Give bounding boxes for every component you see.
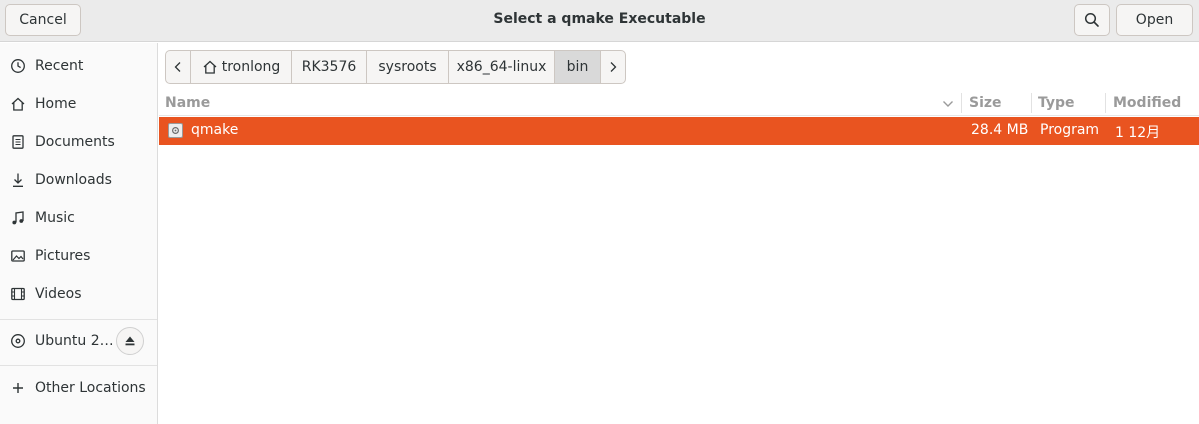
plus-icon [9, 379, 27, 397]
path-segment-label: sysroots [378, 59, 437, 75]
path-segment-x86-64-linux[interactable]: x86_64-linux [449, 51, 555, 83]
sidebar-item-label: Home [35, 96, 77, 112]
file-row[interactable]: qmake 28.4 MB Program 1 12月 [159, 117, 1199, 145]
file-size: 28.4 MB [971, 122, 1029, 138]
music-icon [9, 209, 27, 227]
header-bar: Cancel Select a qmake Executable Open [0, 0, 1199, 42]
sidebar-item-label: Videos [35, 286, 82, 302]
executable-file-icon [168, 123, 183, 138]
path-segment-bin[interactable]: bin [555, 51, 601, 83]
sidebar-item-other-locations[interactable]: Other Locations [0, 371, 157, 405]
sidebar-item-videos[interactable]: Videos [0, 277, 157, 311]
sidebar-item-label: Music [35, 210, 75, 226]
dialog-title: Select a qmake Executable [493, 11, 706, 27]
sidebar-item-label: Other Locations [35, 380, 146, 396]
path-segment-sysroots[interactable]: sysroots [367, 51, 449, 83]
sidebar: Recent Home Documents Downloads Music Pi… [0, 43, 158, 424]
column-divider [1031, 93, 1032, 113]
picture-icon [9, 247, 27, 265]
column-header-type[interactable]: Type [1038, 95, 1075, 111]
clock-icon [9, 57, 27, 75]
download-icon [9, 171, 27, 189]
search-icon [1084, 12, 1099, 27]
sidebar-item-label: Downloads [35, 172, 112, 188]
path-segment-label: bin [566, 59, 589, 75]
search-button[interactable] [1074, 4, 1110, 36]
sidebar-item-label: Ubuntu 2… [35, 333, 114, 349]
file-modified: 1 12月 [1115, 125, 1161, 141]
video-icon [9, 285, 27, 303]
sidebar-item-pictures[interactable]: Pictures [0, 239, 157, 273]
file-type: Program [1040, 122, 1100, 138]
disc-icon [9, 332, 27, 350]
home-icon [9, 95, 27, 113]
eject-icon [125, 336, 135, 346]
file-name: qmake [191, 122, 239, 138]
path-bar: tronlong RK3576 sysroots x86_64-linux bi… [165, 50, 626, 84]
sidebar-item-label: Recent [35, 58, 84, 74]
column-divider [961, 93, 962, 113]
sidebar-item-downloads[interactable]: Downloads [0, 163, 157, 197]
sort-chevron-down-icon[interactable] [942, 99, 954, 109]
chevron-left-icon [174, 62, 181, 72]
sidebar-item-music[interactable]: Music [0, 201, 157, 235]
sidebar-item-home[interactable]: Home [0, 87, 157, 121]
column-header-size[interactable]: Size [969, 95, 1002, 111]
sidebar-item-label: Documents [35, 134, 115, 150]
home-icon [203, 60, 217, 74]
document-icon [9, 133, 27, 151]
path-segment-rk3576[interactable]: RK3576 [292, 51, 367, 83]
path-segment-label: RK3576 [301, 59, 357, 75]
path-forward-button[interactable] [601, 51, 625, 83]
sidebar-item-label: Pictures [35, 248, 91, 264]
eject-button[interactable] [116, 327, 144, 355]
path-segment-label: x86_64-linux [456, 59, 547, 75]
sidebar-item-documents[interactable]: Documents [0, 125, 157, 159]
sidebar-item-recent[interactable]: Recent [0, 49, 157, 83]
column-header-modified[interactable]: Modified [1113, 95, 1181, 111]
sidebar-separator [0, 319, 157, 320]
chevron-right-icon [610, 62, 617, 72]
open-button[interactable]: Open [1116, 4, 1193, 36]
path-segment-label: tronlong [221, 59, 281, 75]
file-list-header: Name Size Type Modified [159, 90, 1199, 116]
path-back-button[interactable] [166, 51, 191, 83]
column-divider [1105, 93, 1106, 113]
path-segment-tronlong[interactable]: tronlong [191, 51, 292, 83]
column-header-name[interactable]: Name [165, 95, 210, 111]
sidebar-separator [0, 365, 157, 366]
